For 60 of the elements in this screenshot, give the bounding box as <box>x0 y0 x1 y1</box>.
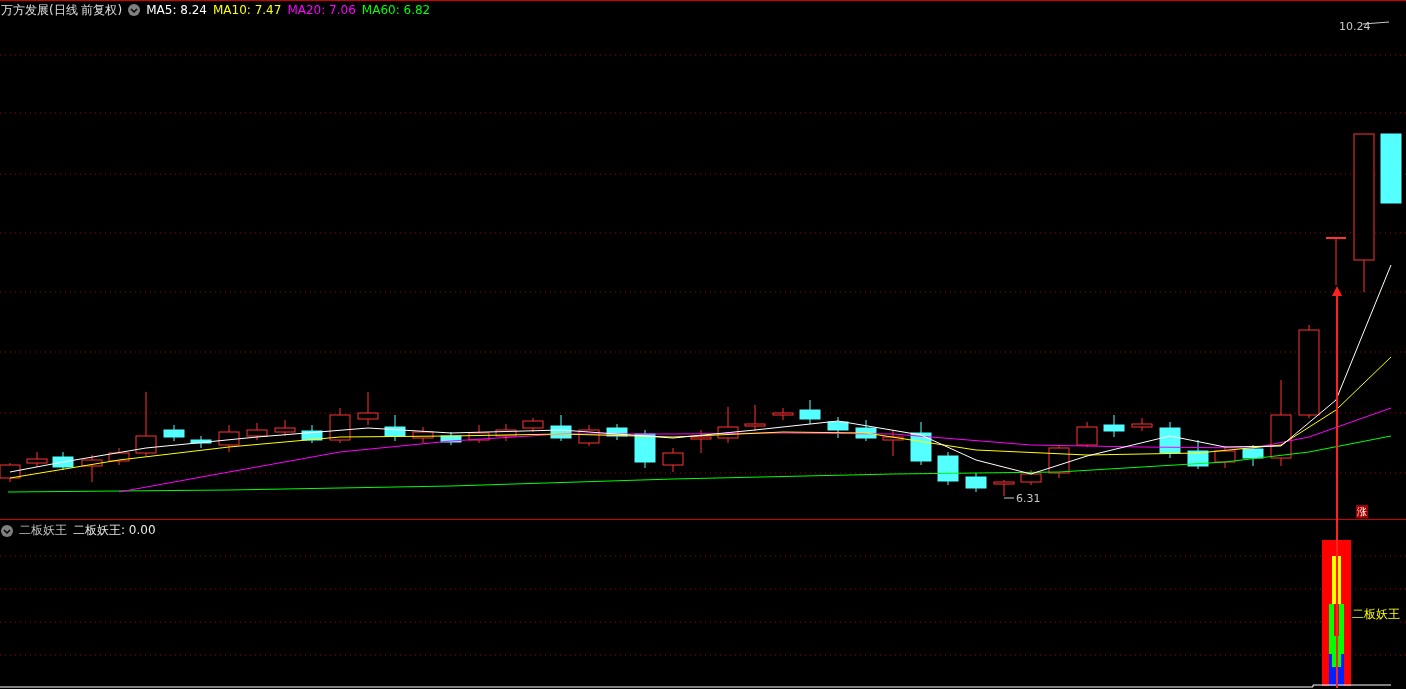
candlestick <box>190 435 212 449</box>
candlestick <box>606 423 628 441</box>
candlestick <box>440 431 462 446</box>
candlestick <box>468 424 490 444</box>
candlestick <box>910 421 932 466</box>
candlestick <box>965 472 987 493</box>
indicator-name: 二板妖王 <box>19 522 67 539</box>
candlestick <box>744 404 766 432</box>
signal-label: 二板妖王 <box>1352 606 1400 623</box>
candlestick <box>827 416 849 439</box>
chart-title: 万方发展(日线 前复权) <box>1 1 123 19</box>
dropdown-icon[interactable] <box>1 524 13 537</box>
candlestick <box>274 419 296 437</box>
candlestick <box>81 454 103 483</box>
price-label: 10.24 <box>1339 20 1371 33</box>
moving-average-label: MA20: 7.06 <box>287 3 356 17</box>
candlestick <box>799 399 821 425</box>
candlestick <box>1380 133 1402 204</box>
candlestick <box>163 424 185 442</box>
candlestick <box>1242 444 1264 467</box>
candlestick <box>937 451 959 486</box>
candlestick <box>329 407 351 444</box>
candlestick <box>634 429 656 469</box>
candlestick <box>690 429 712 454</box>
candlestick <box>772 407 794 421</box>
candlestick <box>578 424 600 447</box>
candlestick <box>301 424 323 444</box>
candlestick <box>1131 417 1153 432</box>
candlestick <box>1076 421 1098 448</box>
candlestick <box>495 423 517 442</box>
candlestick <box>52 451 74 471</box>
candlestick <box>135 391 157 457</box>
candlestick <box>246 422 268 441</box>
candlestick <box>26 451 48 468</box>
dropdown-icon[interactable] <box>128 4 141 16</box>
candlestick <box>1103 414 1125 438</box>
price-label: 6.31 <box>1016 492 1041 505</box>
candlestick <box>717 406 739 444</box>
candlestick <box>882 429 904 457</box>
candlestick <box>412 426 434 444</box>
candlestick <box>1020 469 1042 486</box>
limit-up-tag: 涨 <box>1356 505 1368 518</box>
candlestick <box>550 414 572 442</box>
candlestick <box>662 447 684 473</box>
moving-average-label: MA10: 7.47 <box>212 3 282 17</box>
candlestick <box>1159 421 1181 459</box>
candlestick <box>1325 237 1347 286</box>
moving-average-label: MA5: 8.24 <box>146 3 207 17</box>
candlestick <box>218 424 240 453</box>
candlestick <box>357 391 379 426</box>
candlestick <box>855 419 877 442</box>
candlestick <box>522 417 544 433</box>
indicator-value: 二板妖王: 0.00 <box>73 522 156 539</box>
candlestick <box>993 479 1015 497</box>
moving-average-label: MA60: 6.82 <box>361 3 431 17</box>
candlestick <box>1187 439 1209 470</box>
candlestick <box>1214 445 1236 469</box>
candlestick <box>108 447 130 466</box>
candlestick <box>384 414 406 442</box>
leader-line <box>1003 497 1015 499</box>
